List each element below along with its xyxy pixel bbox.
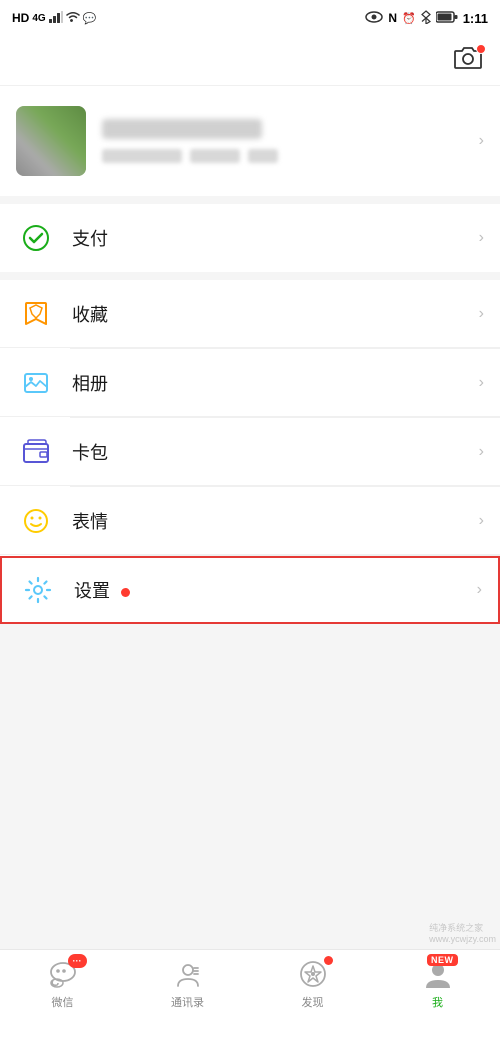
payment-icon-wrap: [16, 218, 56, 258]
profile-sub: [102, 149, 463, 163]
settings-chevron: ›: [477, 581, 482, 599]
menu-item-album[interactable]: 相册 ›: [0, 349, 500, 417]
wallet-label: 卡包: [72, 439, 479, 465]
favorites-label: 收藏: [72, 301, 479, 327]
menu-item-payment[interactable]: 支付 ›: [0, 204, 500, 272]
alarm-icon: ⏰: [402, 12, 416, 25]
me-nav-icon: NEW: [422, 958, 454, 990]
settings-label: 设置: [74, 577, 477, 603]
discover-nav-icon: [297, 958, 329, 990]
time-display: 1:11: [463, 11, 488, 26]
discover-badge-dot: [324, 956, 333, 965]
profile-info: [102, 119, 463, 163]
discover-nav-label: 发现: [302, 994, 324, 1010]
status-right: N ⏰ 1:11: [365, 10, 488, 27]
nav-item-wechat[interactable]: ··· 微信: [0, 958, 125, 1010]
menu-section-payment: 支付 ›: [0, 204, 500, 272]
profile-wechat-id: [102, 149, 182, 163]
emoji-icon-wrap: [16, 501, 56, 541]
bluetooth-icon: [421, 10, 431, 27]
watermark: 纯净系统之家 www.ycwjzy.com: [429, 921, 496, 944]
emoji-label: 表情: [72, 508, 479, 534]
avatar: [16, 106, 86, 176]
bottom-nav: ··· 微信 通讯录 发现: [0, 949, 500, 1039]
album-chevron: ›: [479, 374, 484, 392]
nav-item-contacts[interactable]: 通讯录: [125, 958, 250, 1010]
carrier-label: HD: [12, 11, 29, 25]
album-label: 相册: [72, 370, 479, 396]
profile-name: [102, 119, 262, 139]
album-icon-wrap: [16, 363, 56, 403]
status-bar: HD 4G 💬 N ⏰: [0, 0, 500, 36]
menu-item-wallet[interactable]: 卡包 ›: [0, 418, 500, 486]
header-bar: [0, 36, 500, 86]
settings-icon-wrap: [18, 570, 58, 610]
camera-notification-dot: [476, 44, 486, 54]
profile-phone: [190, 149, 240, 163]
profile-chevron: ›: [479, 132, 484, 150]
menu-item-settings[interactable]: 设置 ›: [0, 556, 500, 624]
message-icon-status: 💬: [83, 12, 97, 25]
contacts-nav-icon: [172, 958, 204, 990]
wechat-nav-label: 微信: [52, 994, 74, 1010]
nfc-icon: N: [388, 11, 397, 25]
menu-item-emoji[interactable]: 表情 ›: [0, 487, 500, 555]
profile-extra: [248, 149, 278, 163]
eye-icon-status: [365, 11, 383, 26]
wallet-chevron: ›: [479, 443, 484, 461]
menu-section-group: 收藏 › 相册 › 卡包 ›: [0, 280, 500, 624]
emoji-chevron: ›: [479, 512, 484, 530]
nav-item-discover[interactable]: 发现: [250, 958, 375, 1010]
signal-4g: 4G: [32, 13, 45, 24]
menu-item-favorites[interactable]: 收藏 ›: [0, 280, 500, 348]
nav-item-me[interactable]: NEW 我: [375, 958, 500, 1010]
camera-button[interactable]: [454, 46, 484, 76]
profile-section[interactable]: ›: [0, 86, 500, 196]
wallet-icon-wrap: [16, 432, 56, 472]
wifi-icon: [66, 11, 80, 26]
favorites-chevron: ›: [479, 305, 484, 323]
status-left: HD 4G 💬: [12, 11, 96, 26]
wechat-badge: ···: [68, 954, 87, 968]
battery-icon: [436, 11, 458, 26]
wechat-nav-icon: ···: [47, 958, 79, 990]
me-new-badge: NEW: [427, 954, 458, 966]
settings-text: 设置: [74, 581, 110, 601]
favorites-icon-wrap: [16, 294, 56, 334]
payment-label: 支付: [72, 225, 479, 251]
settings-notification-dot: [121, 588, 130, 597]
signal-bars: [49, 11, 63, 26]
payment-chevron: ›: [479, 229, 484, 247]
contacts-nav-label: 通讯录: [171, 994, 204, 1010]
me-nav-label: 我: [432, 994, 443, 1010]
